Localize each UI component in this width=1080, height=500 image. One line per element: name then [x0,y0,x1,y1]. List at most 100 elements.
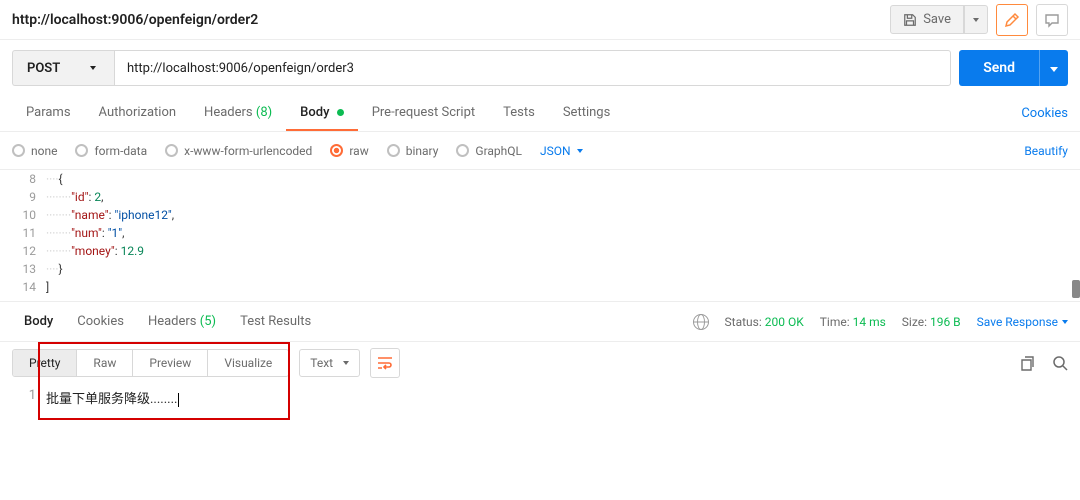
time-block: Time: 14 ms [820,315,886,329]
view-raw[interactable]: Raw [76,350,132,376]
cookies-link[interactable]: Cookies [1021,106,1068,121]
resp-headers-count: (5) [200,314,216,329]
radio-icon [456,144,469,157]
code-content: ····{ [46,170,1080,188]
request-body-editor[interactable]: 8····{9········"id": 2,10········"name":… [0,170,1080,302]
response-text: 批量下单服务降级........ [46,388,1080,407]
code-line: 9········"id": 2, [0,188,1080,206]
code-line: 11········"num": "1", [0,224,1080,242]
line-number: 12 [0,242,46,260]
radio-urlencoded[interactable]: x-www-form-urlencoded [165,144,312,158]
resp-tab-testresults[interactable]: Test Results [228,308,323,335]
radio-icon [387,144,400,157]
globe-icon[interactable] [693,314,709,330]
line-number: 9 [0,188,46,206]
radio-raw[interactable]: raw [330,144,368,158]
code-content: ········"name": "iphone12", [46,206,1080,224]
comment-button[interactable] [1036,4,1068,36]
save-button-group: Save [890,5,988,34]
radio-graphql[interactable]: GraphQL [456,144,522,158]
request-url-bar: POST Send [0,40,1080,96]
url-input[interactable] [114,50,951,86]
view-mode-tabs: Pretty Raw Preview Visualize [12,349,289,377]
pencil-icon [1004,12,1020,28]
save-dropdown[interactable] [964,5,988,34]
save-response-link[interactable]: Save Response [977,315,1068,329]
tab-prerequest[interactable]: Pre-request Script [358,96,489,131]
send-button[interactable]: Send [959,50,1039,86]
view-preview[interactable]: Preview [132,350,207,376]
resp-tab-cookies[interactable]: Cookies [65,308,136,335]
edit-button[interactable] [996,4,1028,36]
line-number: 1 [0,388,46,407]
code-line: 10········"name": "iphone12", [0,206,1080,224]
line-number: 8 [0,170,46,188]
wrap-icon [377,356,393,370]
chevron-down-icon [1062,320,1068,324]
view-visualize[interactable]: Visualize [207,350,288,376]
radio-none[interactable]: none [12,144,57,158]
radio-icon [330,144,343,157]
chevron-down-icon [343,361,349,365]
line-number: 14 [0,278,46,296]
response-tabs: Body Cookies Headers (5) Test Results St… [0,302,1080,342]
response-action-icons [1020,355,1068,371]
chevron-down-icon [90,66,96,70]
code-line: 8····{ [0,170,1080,188]
radio-icon [75,144,88,157]
radio-icon [165,144,178,157]
text-cursor [178,393,179,407]
code-line: 13····} [0,260,1080,278]
save-label: Save [923,12,951,27]
send-dropdown[interactable] [1039,50,1068,86]
line-number: 11 [0,224,46,242]
line-number: 13 [0,260,46,278]
tab-tests[interactable]: Tests [489,96,549,131]
code-content: ········"money": 12.9 [46,242,1080,260]
code-content: ] [46,278,1080,296]
resp-tab-headers[interactable]: Headers (5) [136,308,228,335]
request-header-bar: http://localhost:9006/openfeign/order2 S… [0,0,1080,40]
request-tabs: Params Authorization Headers (8) Body Pr… [0,96,1080,132]
beautify-link[interactable]: Beautify [1024,144,1068,158]
size-block: Size: 196 B [902,315,961,329]
tab-body[interactable]: Body [286,96,358,131]
radio-binary[interactable]: binary [387,144,439,158]
code-content: ········"id": 2, [46,188,1080,206]
method-select[interactable]: POST [12,50,114,86]
chevron-down-icon [577,149,583,153]
content-type-select[interactable]: JSON [540,144,583,158]
code-line: 14] [0,278,1080,296]
chevron-down-icon [973,18,979,22]
send-button-group: Send [959,50,1068,86]
save-icon [903,13,917,27]
tab-authorization[interactable]: Authorization [85,96,191,131]
header-actions: Save [890,4,1068,36]
view-pretty[interactable]: Pretty [13,350,76,376]
response-body-editor[interactable]: 1 批量下单服务降级........ [0,384,1080,411]
search-icon[interactable] [1052,355,1068,371]
save-button[interactable]: Save [890,5,964,34]
code-line: 12········"money": 12.9 [0,242,1080,260]
radio-form-data[interactable]: form-data [75,144,147,158]
headers-count: (8) [256,105,272,120]
comment-icon [1044,12,1060,28]
scrollbar-thumb[interactable] [1072,280,1080,298]
copy-icon[interactable] [1020,355,1036,371]
response-view-controls: Pretty Raw Preview Visualize Text [0,342,1080,384]
resp-tab-body[interactable]: Body [12,308,65,335]
status-block: Status: 200 OK [725,315,804,329]
size-value: 196 B [930,315,961,329]
code-content: ········"num": "1", [46,224,1080,242]
radio-icon [12,144,25,157]
tab-settings[interactable]: Settings [549,96,624,131]
line-wrap-button[interactable] [370,348,400,378]
tab-body-label: Body [300,105,329,120]
tab-params[interactable]: Params [12,96,85,131]
tab-headers-label: Headers [204,105,253,120]
line-number: 10 [0,206,46,224]
body-type-selector: none form-data x-www-form-urlencoded raw… [0,132,1080,170]
tab-headers[interactable]: Headers (8) [190,96,286,131]
response-format-select[interactable]: Text [299,349,360,377]
time-value: 14 ms [853,315,886,329]
